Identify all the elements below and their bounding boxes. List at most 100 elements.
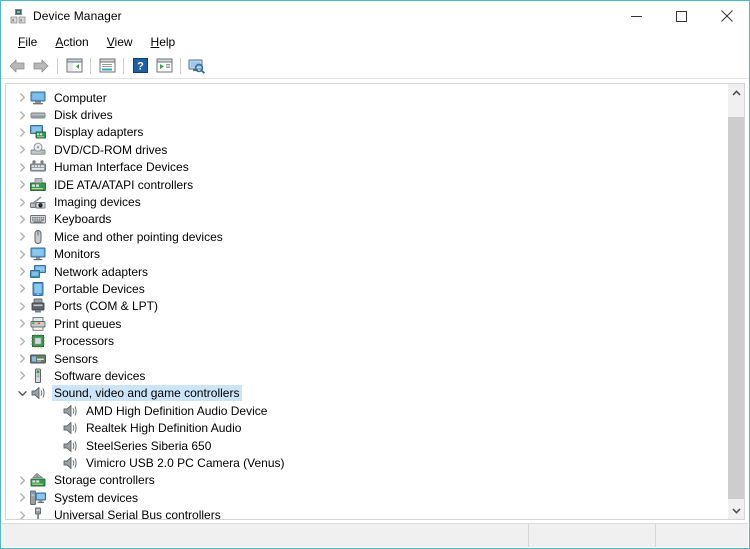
chevron-right-icon[interactable] — [14, 302, 30, 311]
chevron-right-icon[interactable] — [14, 250, 30, 259]
tree-item[interactable]: Mice and other pointing devices — [6, 228, 728, 245]
chevron-right-icon[interactable] — [14, 93, 30, 102]
tree-item[interactable]: Print queues — [6, 315, 728, 332]
device-manager-icon — [10, 8, 26, 24]
chevron-right-icon[interactable] — [14, 110, 30, 120]
tree-item[interactable]: Universal Serial Bus controllers — [6, 506, 728, 520]
scan-hardware-icon[interactable] — [185, 55, 209, 77]
update-driver-icon[interactable] — [152, 55, 176, 77]
tree-item[interactable]: Human Interface Devices — [6, 159, 728, 176]
tree-item[interactable]: AMD High Definition Audio Device — [6, 402, 728, 419]
chevron-right-icon[interactable] — [14, 284, 30, 294]
tree-item[interactable]: Computer — [6, 89, 728, 106]
display-adapter-icon — [30, 124, 46, 140]
vertical-scrollbar[interactable] — [728, 83, 745, 520]
back-icon[interactable] — [5, 55, 29, 77]
speaker-icon — [62, 403, 78, 419]
tree-item-label: Disk drives — [54, 108, 113, 123]
chevron-right-icon[interactable] — [14, 197, 30, 207]
tree-item-label: Human Interface Devices — [54, 160, 189, 175]
status-tertiary — [656, 524, 748, 547]
device-tree: Computer Disk drives Display adapters DVD/C… — [6, 84, 728, 520]
tree-item[interactable]: IDE ATA/ATAPI controllers — [6, 176, 728, 193]
tree-item[interactable]: Ports (COM & LPT) — [6, 298, 728, 315]
chevron-right-icon[interactable] — [14, 493, 30, 502]
chevron-right-icon[interactable] — [14, 145, 30, 155]
tree-item[interactable]: System devices — [6, 489, 728, 506]
show-hide-tree-icon[interactable] — [62, 55, 86, 77]
help-icon[interactable]: ? — [128, 55, 152, 77]
tree-item[interactable]: Monitors — [6, 246, 728, 263]
tree-item[interactable]: Software devices — [6, 367, 728, 384]
tree-item[interactable]: Storage controllers — [6, 472, 728, 489]
tree-item[interactable]: Disk drives — [6, 106, 728, 123]
tree-item-label: Processors — [54, 334, 115, 349]
tree-item-label: SteelSeries Siberia 650 — [86, 438, 212, 453]
chevron-right-icon[interactable] — [14, 354, 30, 363]
close-button[interactable] — [704, 1, 749, 31]
tree-item[interactable]: Keyboards — [6, 211, 728, 228]
tree-item-label: Vimicro USB 2.0 PC Camera (Venus) — [86, 455, 285, 470]
tree-item[interactable]: Display adapters — [6, 124, 728, 141]
disk-drive-icon — [30, 107, 46, 123]
tree-item-label: Universal Serial Bus controllers — [54, 508, 221, 520]
portable-device-icon — [30, 281, 46, 297]
network-adapter-icon — [30, 264, 46, 280]
tree-item[interactable]: Sound, video and game controllers — [6, 385, 728, 402]
tree-item[interactable]: Realtek High Definition Audio — [6, 419, 728, 436]
chevron-right-icon[interactable] — [14, 371, 30, 381]
scrollbar-track[interactable] — [728, 101, 744, 502]
ide-controller-icon — [30, 177, 46, 193]
forward-icon[interactable] — [29, 55, 53, 77]
tree-item-label: Ports (COM & LPT) — [54, 299, 159, 314]
tree-item[interactable]: SteelSeries Siberia 650 — [6, 437, 728, 454]
chevron-right-icon[interactable] — [14, 319, 30, 328]
chevron-right-icon[interactable] — [14, 510, 30, 519]
chevron-right-icon[interactable] — [14, 180, 30, 189]
chevron-right-icon[interactable] — [14, 163, 30, 172]
chevron-right-icon[interactable] — [14, 128, 30, 137]
speaker-icon — [62, 438, 78, 454]
tree-item[interactable]: Network adapters — [6, 263, 728, 280]
system-device-icon — [30, 490, 46, 506]
menu-view[interactable]: View — [98, 33, 142, 51]
toolbar: ? — [1, 53, 749, 79]
minimize-button[interactable] — [614, 1, 659, 31]
menu-file[interactable]: File — [9, 33, 46, 51]
content-area: Computer Disk drives Display adapters DVD/C… — [1, 79, 749, 520]
speaker-icon — [62, 455, 78, 471]
status-message — [2, 524, 529, 547]
menu-action[interactable]: Action — [46, 33, 97, 51]
scroll-down-button[interactable] — [728, 502, 744, 519]
chevron-right-icon[interactable] — [14, 267, 30, 276]
tree-item[interactable]: Portable Devices — [6, 280, 728, 297]
toolbar-separator — [57, 57, 58, 74]
tree-item[interactable]: Imaging devices — [6, 193, 728, 210]
chevron-right-icon[interactable] — [14, 476, 30, 485]
menu-help[interactable]: Help — [142, 33, 185, 51]
tree-item-label: DVD/CD-ROM drives — [54, 142, 168, 157]
tree-item[interactable]: Processors — [6, 332, 728, 349]
tree-item-label: Network adapters — [54, 264, 149, 279]
device-tree-panel[interactable]: Computer Disk drives Display adapters DVD/C… — [5, 83, 728, 520]
tree-item[interactable]: Vimicro USB 2.0 PC Camera (Venus) — [6, 454, 728, 471]
tree-item[interactable]: Sensors — [6, 350, 728, 367]
monitor-icon — [30, 246, 46, 262]
tree-item-label: Mice and other pointing devices — [54, 229, 223, 244]
scroll-up-button[interactable] — [728, 84, 744, 101]
tree-item[interactable]: DVD/CD-ROM drives — [6, 141, 728, 158]
chevron-right-icon[interactable] — [14, 336, 30, 346]
maximize-button[interactable] — [659, 1, 704, 31]
tree-item-label: Keyboards — [54, 212, 112, 227]
toolbar-separator — [180, 57, 181, 74]
tree-item-label: IDE ATA/ATAPI controllers — [54, 177, 194, 192]
dvd-drive-icon — [30, 142, 46, 158]
chevron-down-icon[interactable] — [14, 389, 30, 398]
toolbar-separator — [123, 57, 124, 74]
chevron-right-icon[interactable] — [14, 232, 30, 242]
chevron-right-icon[interactable] — [14, 215, 30, 224]
properties-icon[interactable] — [95, 55, 119, 77]
scrollbar-thumb[interactable] — [728, 117, 744, 499]
status-bar — [2, 523, 748, 547]
window-title: Device Manager — [33, 9, 122, 23]
